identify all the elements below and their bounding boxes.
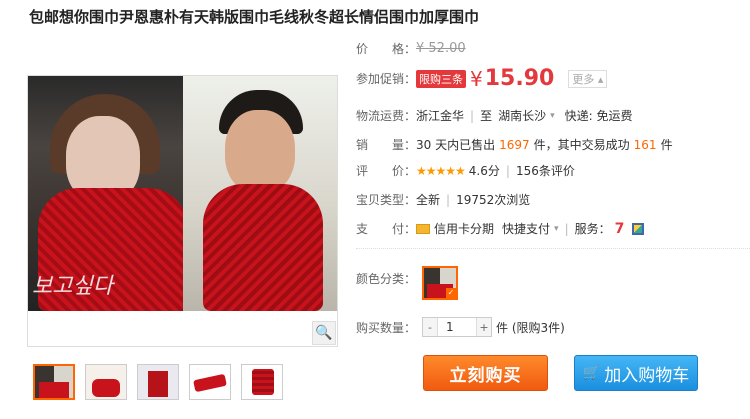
thumbnail-2[interactable] <box>85 364 127 400</box>
reviews-link[interactable]: 156条评价 <box>516 162 575 179</box>
original-price: ¥ 52.00 <box>416 41 466 56</box>
credit-card-icon <box>416 223 430 234</box>
item-type-row: 宝贝类型： 全新 | 19752次浏览 <box>356 192 531 208</box>
ship-from: 浙江金华 <box>416 109 465 123</box>
quantity-input[interactable] <box>437 318 477 336</box>
divider <box>356 248 750 249</box>
add-to-cart-button[interactable]: 🛒 加入购物车 <box>574 355 698 391</box>
rating-row: 评 价： ★★★★★ 4.6分 | 156条评价 <box>356 162 575 179</box>
payment-row: 支 付： 信用卡分期 快捷支付 ▾ | 服务： 7 <box>356 220 645 237</box>
thumbnail-5[interactable] <box>241 364 283 400</box>
promo-tag: 限购三条 <box>416 69 466 88</box>
sales-prefix: 30 天内已售出 <box>416 138 496 152</box>
currency-symbol: ¥ <box>470 66 483 91</box>
payment-label: 支 付： <box>356 222 417 236</box>
item-condition: 全新 <box>416 193 441 207</box>
chevron-down-icon[interactable]: ▾ <box>550 111 555 121</box>
view-count: 19752次浏览 <box>456 193 531 207</box>
more-promos-button[interactable]: 更多 ▴ <box>568 69 608 88</box>
shipping-row: 物流运费： 浙江金华 | 至 湖南长沙 ▾ 快递: 免运费 <box>356 107 633 124</box>
color-row: 颜色分类： ✓ <box>356 266 458 300</box>
add-to-cart-label: 加入购物车 <box>604 365 690 386</box>
success-count: 161 <box>633 137 657 152</box>
service-label: 服务： <box>574 222 611 236</box>
photo-woman: 보고싶다 <box>28 76 188 311</box>
guarantee-icon[interactable] <box>632 222 645 235</box>
seven-day-return-icon[interactable]: 7 <box>615 221 625 237</box>
star-rating-icon: ★★★★★ <box>416 163 466 178</box>
shipping-label: 物流运费： <box>356 109 417 123</box>
sales-mid: 件，其中交易成功 <box>533 138 630 152</box>
increment-button[interactable]: + <box>477 318 491 336</box>
buy-now-button[interactable]: 立刻购买 <box>423 355 548 391</box>
quantity-row: 购买数量： - + 件 (限购3件) <box>356 317 565 337</box>
check-icon: ✓ <box>446 288 456 298</box>
sales-suffix: 件 <box>660 138 673 152</box>
quantity-stepper: - + <box>422 317 492 337</box>
chevron-down-icon[interactable]: ▾ <box>554 224 559 234</box>
promo-price: 15.90 <box>484 66 555 91</box>
decrement-button[interactable]: - <box>423 318 437 336</box>
zoom-icon[interactable]: 🔍 <box>312 321 336 345</box>
cart-icon: 🛒 <box>582 365 601 381</box>
sold-count: 1697 <box>499 137 530 152</box>
rating-label: 评 价： <box>356 164 417 178</box>
rating-score: 4.6分 <box>468 164 500 178</box>
credit-installment[interactable]: 信用卡分期 <box>434 220 494 237</box>
ship-to-label: 至 <box>480 109 493 123</box>
photo-man <box>183 76 337 311</box>
promo-row: 参加促销： 限购三条 ¥ 15.90 更多 ▴ <box>356 66 608 91</box>
quantity-limit: 件 (限购3件) <box>496 320 565 335</box>
price-label: 价 格： <box>356 42 417 56</box>
item-type-label: 宝贝类型： <box>356 193 417 207</box>
thumbnail-1[interactable] <box>33 364 75 400</box>
sales-row: 销 量： 30 天内已售出 1697 件，其中交易成功 161 件 <box>356 136 673 153</box>
main-product-image[interactable]: 보고싶다 🔍 <box>27 75 338 347</box>
express-fee: 快递: 免运费 <box>564 109 633 123</box>
product-title: 包邮想你围巾尹恩惠朴有天韩版围巾毛线秋冬超长情侣围巾加厚围巾 <box>29 8 480 26</box>
color-label: 颜色分类： <box>356 272 417 286</box>
ship-to-selector[interactable]: 湖南长沙 <box>498 107 546 124</box>
quantity-label: 购买数量： <box>356 320 417 335</box>
quick-pay[interactable]: 快捷支付 <box>502 220 550 237</box>
color-option[interactable]: ✓ <box>422 266 458 300</box>
thumbnail-list <box>33 364 283 400</box>
sales-label: 销 量： <box>356 138 417 152</box>
thumbnail-3[interactable] <box>137 364 179 400</box>
price-row: 价 格： ¥ 52.00 <box>356 40 466 57</box>
thumbnail-4[interactable] <box>189 364 231 400</box>
promo-label: 参加促销： <box>356 72 417 86</box>
image-logo: 보고싶다 <box>32 274 113 299</box>
